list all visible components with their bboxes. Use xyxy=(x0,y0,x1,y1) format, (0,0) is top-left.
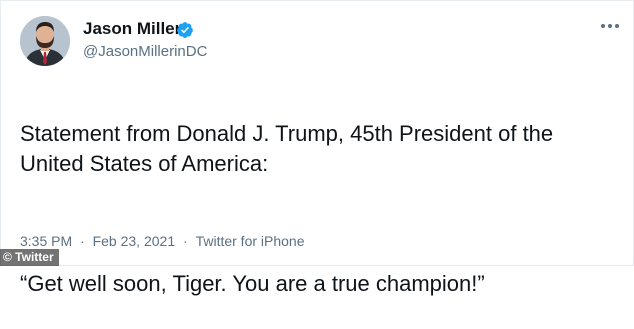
meta-separator: · xyxy=(183,233,188,249)
tweet-text-line-2: “Get well soon, Tiger. You are a true ch… xyxy=(20,271,485,296)
user-handle[interactable]: @JasonMillerinDC xyxy=(83,43,207,61)
more-horizontal-icon[interactable] xyxy=(599,19,621,33)
tweet-card: Jason Miller @JasonMillerinDC Statement … xyxy=(0,0,634,296)
tweet-source[interactable]: Twitter for iPhone xyxy=(196,232,305,250)
tweet-text: Statement from Donald J. Trump, 45th Pre… xyxy=(20,89,620,329)
verified-badge-icon xyxy=(177,22,193,38)
tweet-meta: 3:35 PM · Feb 23, 2021 · Twitter for iPh… xyxy=(20,232,305,250)
meta-separator: · xyxy=(80,233,85,249)
tweet-time[interactable]: 3:35 PM xyxy=(20,232,72,250)
display-name[interactable]: Jason Miller xyxy=(83,19,181,39)
tweet-text-line-1: Statement from Donald J. Trump, 45th Pre… xyxy=(20,121,554,176)
avatar[interactable] xyxy=(20,16,70,66)
twitter-watermark: © Twitter xyxy=(0,249,59,266)
avatar-image xyxy=(20,16,70,66)
tweet-date[interactable]: Feb 23, 2021 xyxy=(93,232,176,250)
